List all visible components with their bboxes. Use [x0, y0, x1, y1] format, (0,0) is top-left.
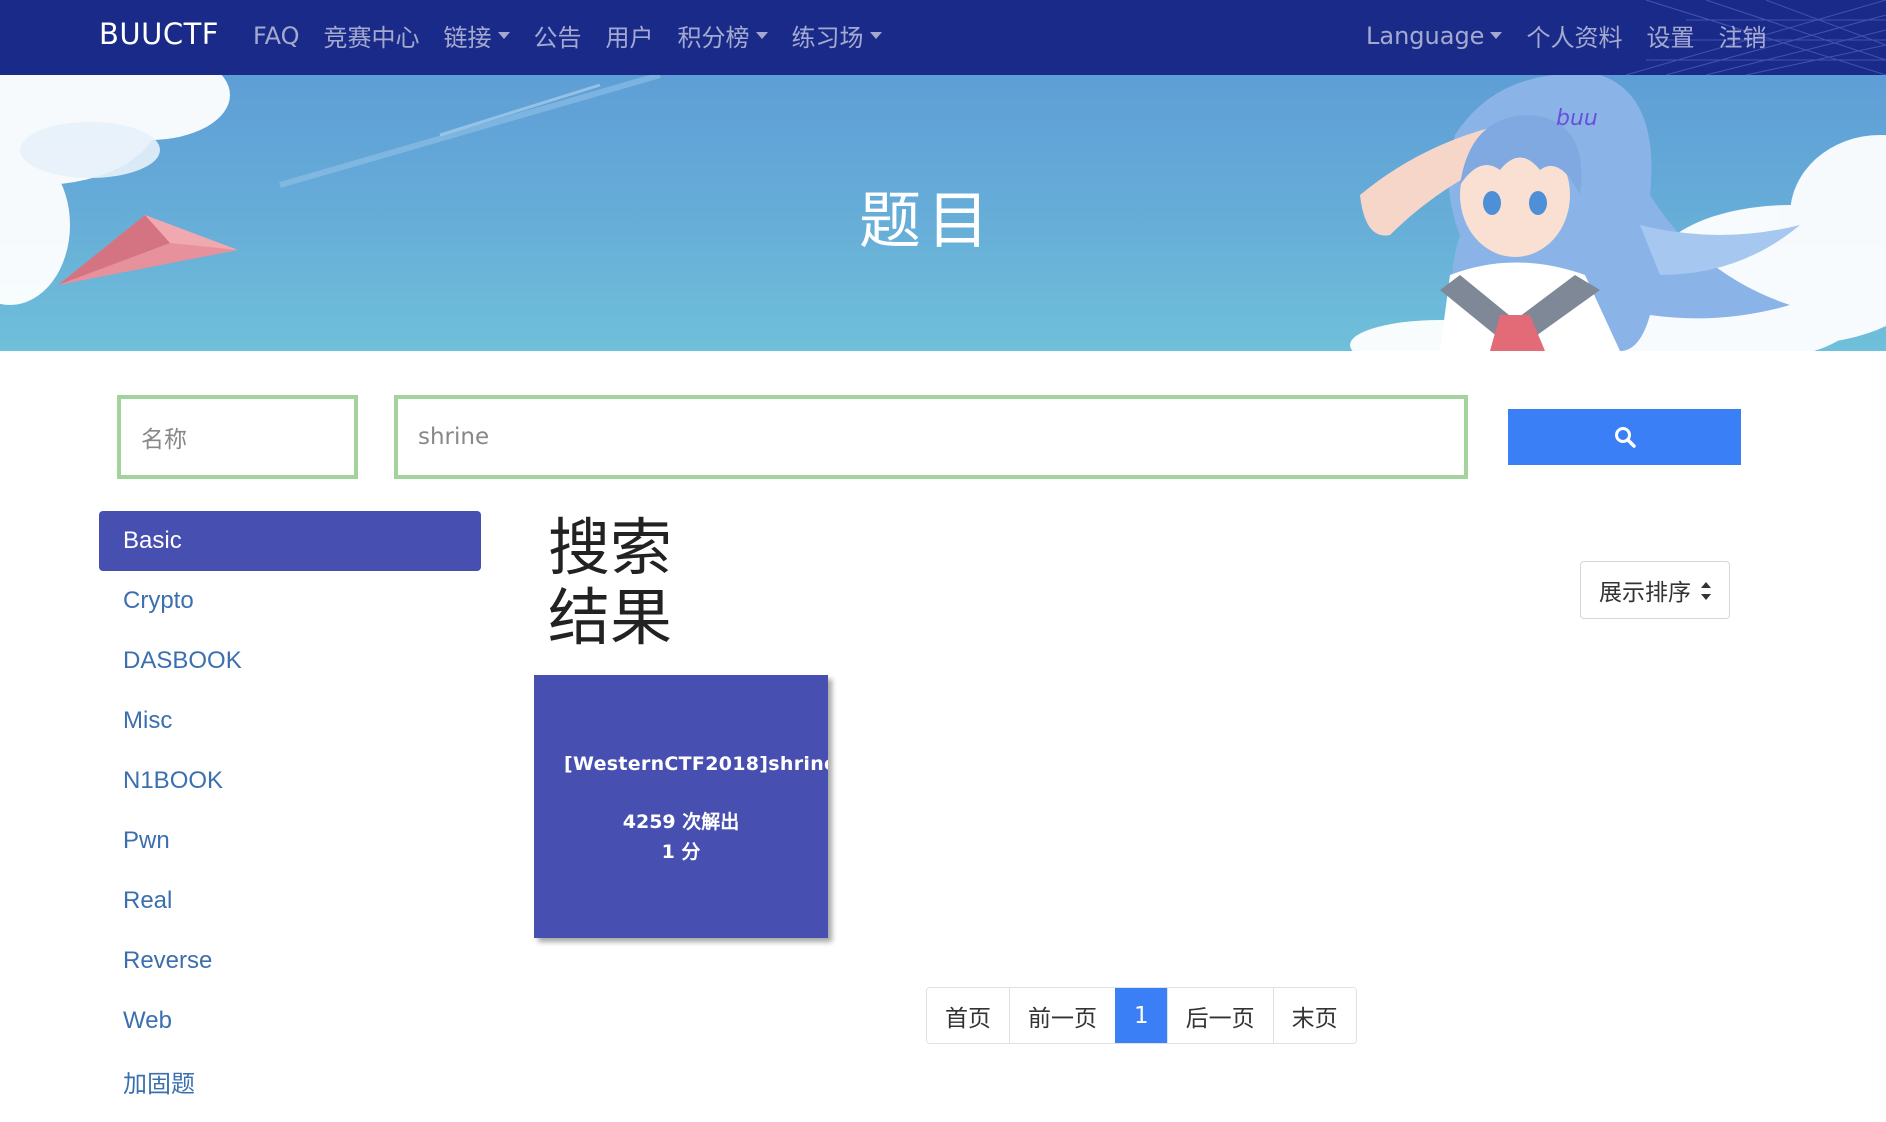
sidebar-item-9[interactable]: 加固题	[99, 1051, 481, 1111]
sort-arrows-icon	[1701, 582, 1711, 600]
sidebar-item-8[interactable]: Web	[99, 991, 481, 1051]
chevron-down-icon	[869, 32, 882, 39]
nav-right-menu: Language 个人资料 设置 注销	[1366, 18, 1790, 53]
nav-item-3[interactable]: 公告	[534, 18, 582, 53]
search-input[interactable]: shrine	[394, 395, 1468, 479]
nav-item-2[interactable]: 链接	[444, 18, 510, 53]
sort-select[interactable]: 展示排序	[1580, 561, 1730, 619]
page-link-3[interactable]: 后一页	[1166, 988, 1273, 1043]
nav-item-4[interactable]: 用户	[606, 18, 654, 53]
sidebar-item-3[interactable]: Misc	[99, 691, 481, 751]
results-heading: 搜索结果	[548, 511, 673, 654]
nav-item-label: 链接	[443, 24, 492, 52]
search-button[interactable]	[1508, 409, 1741, 465]
nav-item-right-0[interactable]: Language	[1366, 21, 1503, 50]
nav-item-label: Language	[1366, 21, 1485, 50]
nav-item-label: 积分榜	[677, 24, 750, 52]
nav-item-label: 竞赛中心	[323, 24, 420, 52]
nav-item-right-3[interactable]: 注销	[1718, 18, 1766, 53]
chevron-down-icon	[497, 32, 510, 39]
nav-item-right-1[interactable]: 个人资料	[1526, 18, 1622, 53]
nav-item-label: 设置	[1646, 24, 1695, 52]
challenge-solves: 4259 次解出	[622, 811, 740, 833]
sidebar-item-7[interactable]: Reverse	[99, 931, 481, 991]
challenge-points: 1 分	[661, 841, 701, 863]
sidebar-item-2[interactable]: DASBOOK	[99, 631, 481, 691]
challenge-card[interactable]: [WesternCTF2018]shrine 4259 次解出 1 分	[534, 675, 828, 938]
pagination: 首页 前一页 1 后一页 末页	[926, 987, 1357, 1044]
nav-item-1[interactable]: 竞赛中心	[324, 18, 420, 53]
search-icon	[1614, 427, 1636, 448]
chevron-down-icon	[755, 32, 768, 39]
chevron-down-icon	[1490, 32, 1503, 39]
page-banner: buu 题目	[0, 75, 1886, 351]
nav-item-5[interactable]: 积分榜	[678, 18, 768, 53]
name-filter-input[interactable]: 名称	[117, 395, 358, 479]
sidebar-item-0[interactable]: Basic	[99, 511, 481, 571]
nav-item-label: 公告	[533, 24, 582, 52]
sidebar-item-6[interactable]: Real	[99, 871, 481, 931]
page-link-1[interactable]: 前一页	[1009, 988, 1115, 1043]
sidebar-item-4[interactable]: N1BOOK	[99, 751, 481, 811]
page-link-0[interactable]: 首页	[927, 988, 1009, 1043]
sidebar-item-5[interactable]: Pwn	[99, 811, 481, 871]
nav-item-6[interactable]: 练习场	[792, 18, 882, 53]
nav-item-label: 练习场	[791, 24, 864, 52]
nav-item-label: 注销	[1718, 24, 1767, 52]
nav-item-label: 用户	[605, 24, 654, 52]
sort-select-label: 展示排序	[1599, 580, 1691, 606]
page-title: 题目	[858, 184, 995, 257]
nav-item-label: 个人资料	[1526, 24, 1623, 52]
page-link-2[interactable]: 1	[1115, 988, 1167, 1043]
svg-text:buu: buu	[1556, 106, 1598, 131]
page-link-4[interactable]: 末页	[1272, 988, 1356, 1043]
category-sidebar: Basic Crypto DASBOOK Misc N1BOOK Pwn Real Rever…	[99, 511, 481, 1111]
brand-logo[interactable]: BUUCTF	[99, 17, 219, 51]
nav-item-right-2[interactable]: 设置	[1646, 18, 1694, 53]
nav-left-menu: FAQ 竞赛中心 链接 公告 用户 积分榜 练习场	[253, 18, 906, 53]
sidebar-item-1[interactable]: Crypto	[99, 571, 481, 631]
challenge-name: [WesternCTF2018]shrine	[564, 753, 828, 775]
nav-item-label: FAQ	[253, 21, 300, 50]
top-navbar: BUUCTF FAQ 竞赛中心 链接 公告 用户 积分榜 练习场 Language 个人资料设…	[0, 0, 1886, 75]
nav-item-0[interactable]: FAQ	[253, 22, 300, 50]
